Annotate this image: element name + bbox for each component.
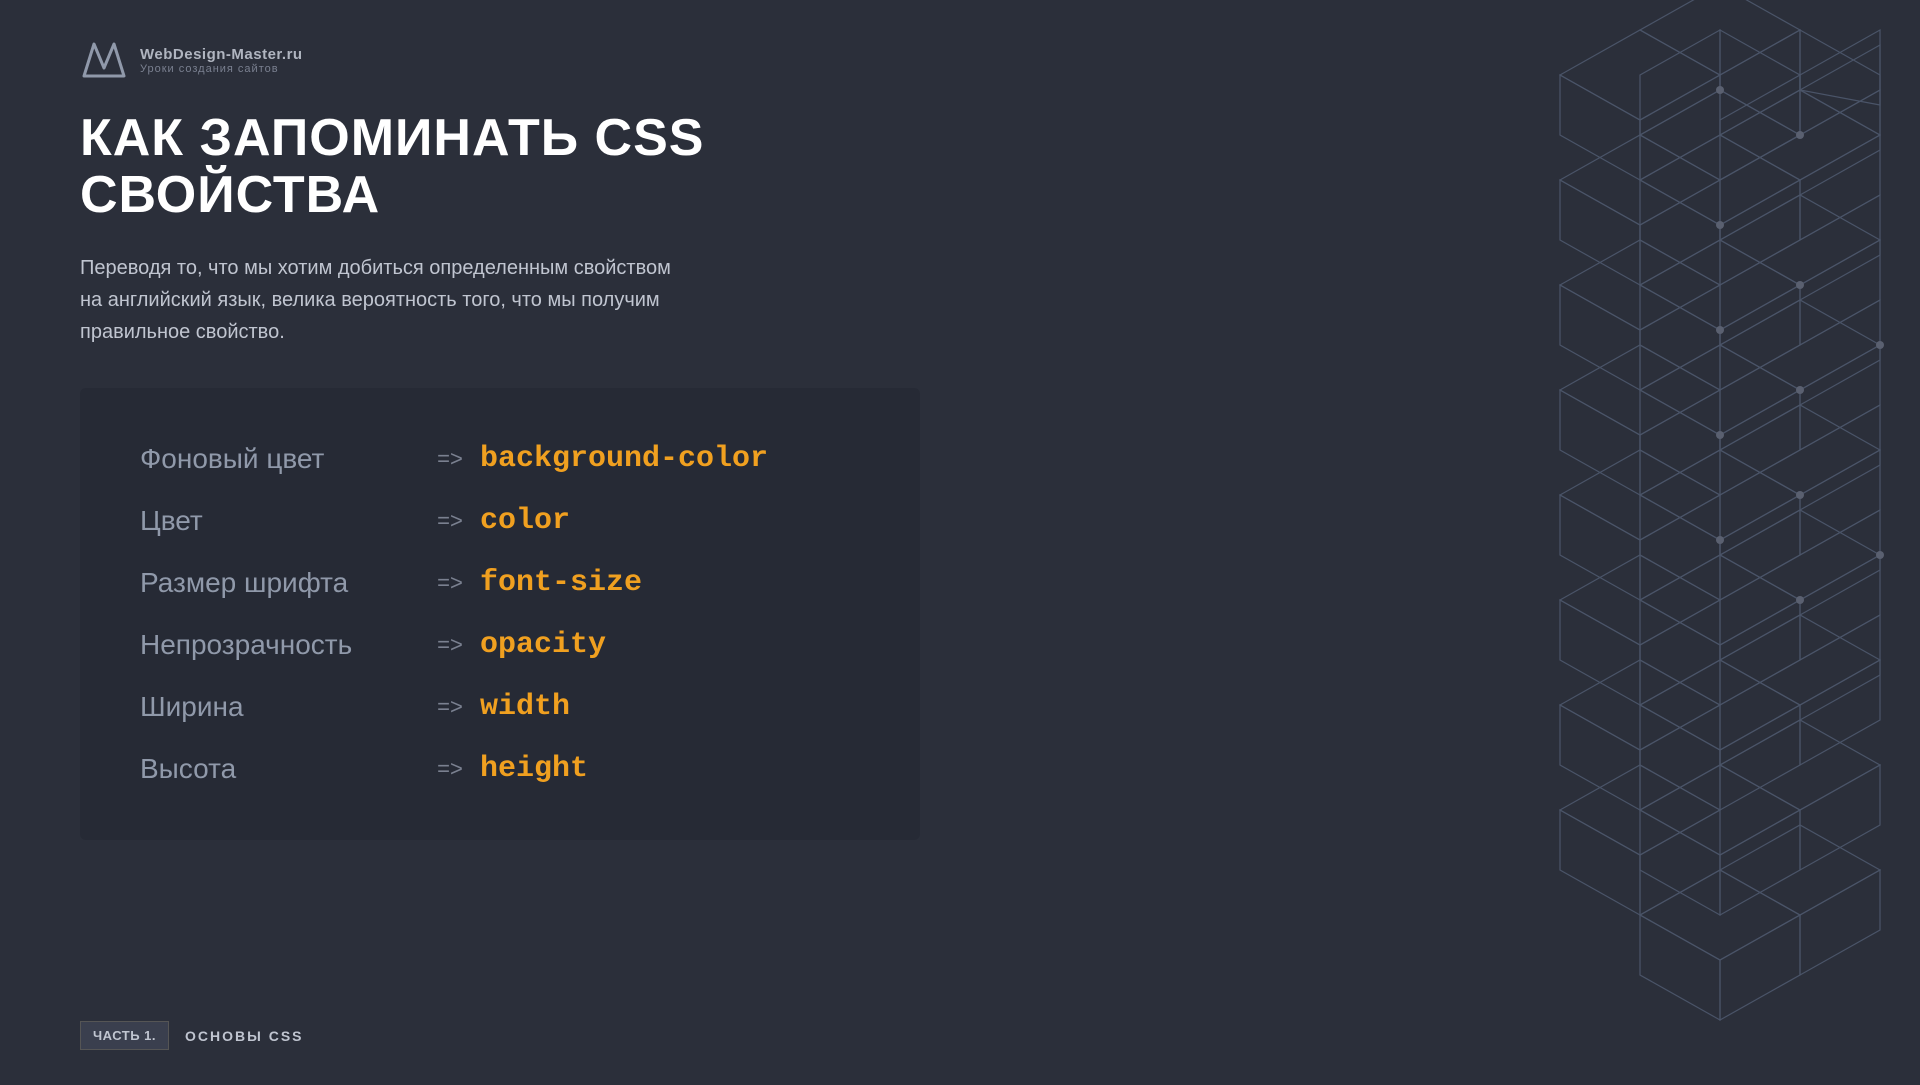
logo-area: WebDesign-Master.ru Уроки создания сайто…	[80, 40, 920, 80]
main-content: WebDesign-Master.ru Уроки создания сайто…	[0, 0, 1000, 1080]
css-value-1: background-color	[480, 442, 768, 476]
russian-label-1: Фоновый цвет	[140, 443, 420, 475]
properties-table: Фоновый цвет => background-color Цвет =>…	[80, 388, 920, 840]
table-row: Высота => height	[140, 738, 860, 800]
logo-title: WebDesign-Master.ru	[140, 46, 303, 63]
css-value-6: height	[480, 752, 588, 786]
arrow-5: =>	[420, 694, 480, 720]
logo-subtitle: Уроки создания сайтов	[140, 63, 303, 75]
russian-label-4: Непрозрачность	[140, 629, 420, 661]
russian-label-5: Ширина	[140, 691, 420, 723]
table-row: Размер шрифта => font-size	[140, 552, 860, 614]
arrow-6: =>	[420, 756, 480, 782]
russian-label-2: Цвет	[140, 505, 420, 537]
css-value-3: font-size	[480, 566, 642, 600]
arrow-4: =>	[420, 632, 480, 658]
arrow-2: =>	[420, 508, 480, 534]
arrow-1: =>	[420, 446, 480, 472]
table-row: Ширина => width	[140, 676, 860, 738]
russian-label-6: Высота	[140, 753, 420, 785]
arrow-3: =>	[420, 570, 480, 596]
table-row: Непрозрачность => opacity	[140, 614, 860, 676]
description-text: Переводя то, что мы хотим добиться опред…	[80, 252, 760, 348]
table-row: Фоновый цвет => background-color	[140, 428, 860, 490]
css-value-5: width	[480, 690, 570, 724]
cubes-svg: .cube-line { stroke: #4a5468; stroke-wid…	[1440, 0, 1920, 1080]
css-value-4: opacity	[480, 628, 606, 662]
page-title: КАК ЗАПОМИНАТЬ CSS СВОЙСТВА	[80, 110, 920, 224]
table-row: Цвет => color	[140, 490, 860, 552]
decorative-cubes: .cube-line { stroke: #4a5468; stroke-wid…	[1440, 0, 1920, 1080]
css-value-2: color	[480, 504, 570, 538]
logo-icon	[80, 40, 128, 80]
logo-text: WebDesign-Master.ru Уроки создания сайто…	[140, 46, 303, 75]
russian-label-3: Размер шрифта	[140, 567, 420, 599]
